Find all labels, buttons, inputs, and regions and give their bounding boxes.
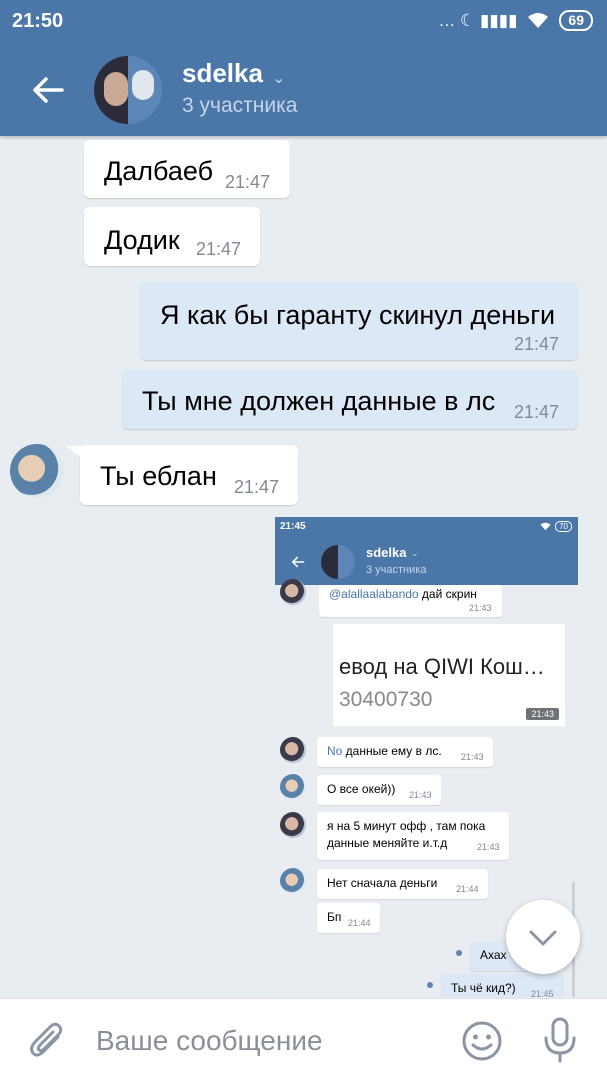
screenshot-message: О все окей)) 21:43 bbox=[317, 775, 441, 805]
screenshot-message-time: 21:44 bbox=[348, 918, 371, 928]
message-text: Далбаеб bbox=[104, 156, 214, 186]
battery-icon: 69 bbox=[559, 10, 593, 31]
qiwi-image-number: 30400730 bbox=[339, 688, 433, 711]
screenshot-status-icons: 70 bbox=[540, 521, 572, 532]
screenshot-message: я на 5 минут офф , там пока данные меняй… bbox=[317, 812, 509, 860]
message-bubble-out[interactable]: Я как бы гаранту скинул деньги 21:47 bbox=[140, 282, 578, 360]
status-indicator-icons: … ☾ ▮▮▮▮ bbox=[438, 10, 518, 30]
screenshot-message-text: Ты чё кид?) bbox=[451, 981, 516, 995]
screenshot-message-line-2: данные меняйте и.т.д bbox=[327, 836, 448, 850]
message-text: Я как бы гаранту скинул деньги bbox=[160, 300, 556, 330]
unread-dot bbox=[456, 950, 462, 956]
mention-link: No bbox=[327, 744, 343, 758]
qiwi-image-attachment: евод на QIWI Кош… 30400730 21:43 bbox=[333, 624, 565, 726]
chevron-down-icon[interactable]: ⌄ bbox=[272, 68, 285, 88]
microphone-icon[interactable] bbox=[540, 1017, 580, 1063]
message-bubble-out[interactable]: Ты мне должен данные в лс 21:47 bbox=[122, 370, 578, 429]
screenshot-message-time: 21:44 bbox=[456, 884, 479, 894]
qiwi-image-time: 21:43 bbox=[526, 708, 559, 720]
screenshot-message-text: Бп bbox=[327, 910, 342, 924]
screenshot-sender-avatar bbox=[280, 868, 306, 894]
screenshot-chat-avatar bbox=[321, 545, 355, 579]
screenshot-header: sdelka ⌄ 3 участника bbox=[275, 539, 578, 585]
screenshot-message-time: 21:45 bbox=[531, 989, 554, 997]
screenshot-chat-subtitle: 3 участника bbox=[366, 564, 427, 576]
screenshot-message: No данные ему в лс. 21:43 bbox=[317, 737, 493, 767]
back-arrow-icon bbox=[292, 556, 305, 568]
screenshot-status-time: 21:45 bbox=[280, 521, 306, 532]
status-time: 21:50 bbox=[12, 10, 64, 32]
screenshot-message: Бп 21:44 bbox=[317, 903, 380, 933]
screenshot-sender-avatar bbox=[280, 774, 306, 800]
avatar-face-right bbox=[132, 70, 154, 100]
sender-avatar[interactable] bbox=[10, 444, 64, 498]
message-composer bbox=[0, 998, 607, 1081]
unread-dot bbox=[427, 982, 433, 988]
screenshot-message-text: Ахах bbox=[480, 948, 507, 962]
status-icons: … ☾ ▮▮▮▮ 69 bbox=[438, 10, 593, 31]
message-bubble-in[interactable]: Ты еблан 21:47 bbox=[80, 445, 298, 505]
mention-link: @alallaalabando bbox=[329, 587, 419, 601]
emoji-icon[interactable] bbox=[460, 1019, 504, 1063]
battery-icon: 70 bbox=[555, 521, 572, 532]
message-text: Ты мне должен данные в лс bbox=[142, 386, 496, 416]
chat-avatar[interactable] bbox=[94, 56, 162, 124]
screenshot-message-text: No данные ему в лс. bbox=[327, 744, 442, 758]
chevron-down-icon bbox=[529, 930, 557, 946]
screenshot-status-bar: 21:45 70 bbox=[275, 517, 578, 539]
chat-header: sdelka ⌄ 3 участника bbox=[0, 44, 607, 136]
wifi-icon bbox=[540, 522, 551, 531]
message-text: Додик bbox=[104, 225, 180, 255]
wifi-icon bbox=[528, 13, 549, 28]
chat-subtitle: 3 участника bbox=[182, 94, 298, 117]
message-time: 21:47 bbox=[196, 239, 242, 259]
paperclip-icon[interactable] bbox=[28, 1021, 66, 1061]
message-bubble-in[interactable]: Далбаеб 21:47 bbox=[84, 140, 290, 198]
screenshot-message-line-1: я на 5 минут офф , там пока bbox=[327, 819, 486, 833]
screenshot-message-time: 21:43 bbox=[469, 603, 492, 613]
screenshot-message-text: @alallaalabando дай скрин bbox=[329, 587, 477, 601]
chat-title[interactable]: sdelka bbox=[182, 58, 263, 89]
screenshot-message-time: 21:43 bbox=[477, 842, 500, 852]
scroll-down-button[interactable] bbox=[506, 900, 580, 974]
message-text: Ты еблан bbox=[100, 461, 217, 491]
message-bubble-in[interactable]: Додик 21:47 bbox=[84, 207, 260, 266]
screenshot-message-body: дай скрин bbox=[418, 587, 477, 601]
back-arrow-icon[interactable] bbox=[28, 70, 68, 110]
status-bar: 21:50 … ☾ ▮▮▮▮ 69 bbox=[0, 0, 607, 44]
message-time: 21:47 bbox=[514, 334, 560, 354]
screenshot-message-time: 21:43 bbox=[461, 752, 484, 762]
screenshot-sender-avatar bbox=[280, 579, 306, 605]
screenshot-chat-title: sdelka bbox=[366, 545, 407, 560]
qiwi-image-text: евод на QIWI Кош… bbox=[339, 654, 545, 679]
message-time: 21:47 bbox=[514, 402, 560, 422]
screenshot-message: Нет сначала деньги 21:44 bbox=[317, 869, 488, 899]
message-time: 21:47 bbox=[234, 477, 280, 497]
message-input[interactable] bbox=[96, 1023, 436, 1059]
screenshot-message-text: Нет сначала деньги bbox=[327, 876, 438, 890]
screenshot-sender-avatar bbox=[280, 737, 306, 763]
avatar-face-left bbox=[104, 72, 128, 106]
chevron-down-icon: ⌄ bbox=[411, 548, 419, 558]
screenshot-message-time: 21:43 bbox=[409, 790, 432, 800]
screenshot-message-body: данные ему в лс. bbox=[342, 744, 442, 758]
message-time: 21:47 bbox=[225, 172, 271, 192]
screenshot-message: @alallaalabando дай скрин 21:43 bbox=[319, 585, 502, 617]
screenshot-message-out: Ты чё кид?) 21:45 bbox=[441, 974, 564, 997]
screenshot-sender-avatar bbox=[280, 812, 306, 838]
screenshot-message-text: О все окей)) bbox=[327, 782, 396, 796]
